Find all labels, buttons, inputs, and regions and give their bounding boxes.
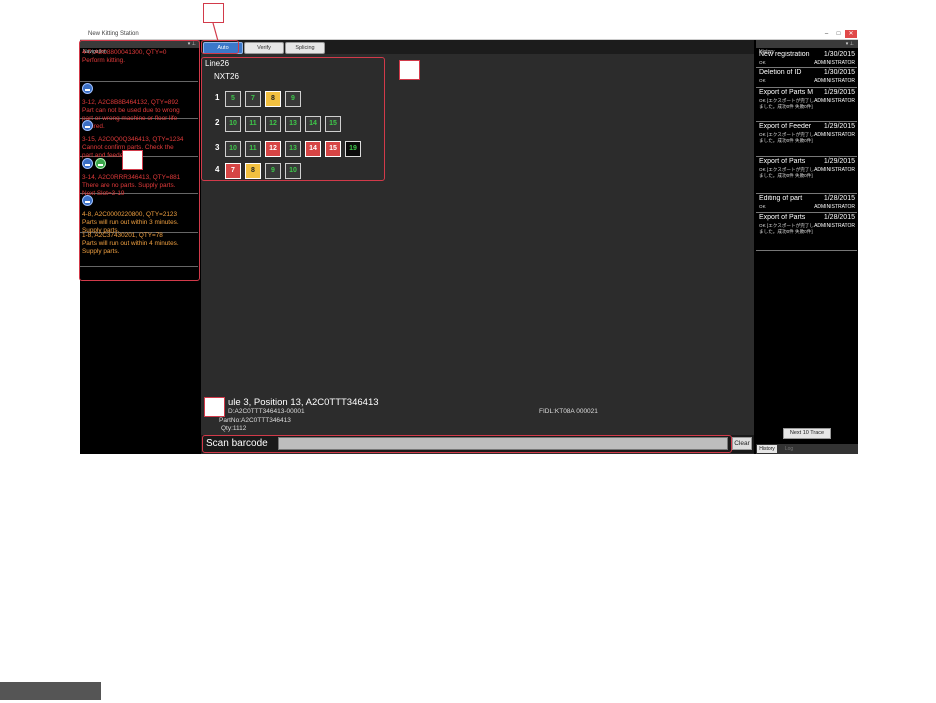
close-icon[interactable]: ✕ (845, 30, 857, 38)
history-entry[interactable]: Deletion of ID 1/30/2015 OK ADMINISTRATOR (756, 67, 857, 88)
selected-feeder-id: FIDL:KT08A 000021 (539, 408, 598, 415)
history-entry-date: 1/29/2015 (823, 123, 855, 130)
history-entry-date: 1/29/2015 (823, 158, 855, 165)
tab-log[interactable]: Log (779, 445, 799, 453)
history-entry[interactable]: New registration 1/30/2015 OK ADMINISTRATOR (756, 49, 857, 68)
selected-part-number: PartNo:A2C0TTT346413 (219, 417, 291, 424)
history-entry-title: Export of Parts (759, 214, 806, 221)
history-entry-status: OK (759, 60, 766, 65)
history-entry-user: ADMINISTRATOR (814, 132, 855, 138)
history-entry-title: Export of Feeder (759, 123, 812, 130)
history-entry-user: ADMINISTRATOR (814, 223, 855, 229)
history-entry-user: ADMINISTRATOR (814, 78, 855, 84)
history-entry-user: ADMINISTRATOR (814, 167, 855, 173)
history-entry-date: 1/30/2015 (823, 69, 855, 76)
history-entry[interactable]: Export of Parts 1/29/2015 OK [エクスポートが完了しまし… (756, 156, 857, 194)
history-entry-status: OK [エクスポートが完了しました。成功0件 失敗0件] (759, 98, 814, 109)
history-entry-title: Deletion of ID (759, 69, 802, 76)
callout-feeder-map (201, 57, 385, 181)
history-entry-date: 1/30/2015 (823, 51, 855, 58)
footer-bar (0, 682, 101, 700)
history-entry-user: ADMINISTRATOR (814, 98, 855, 104)
window-title: New Kitting Station (88, 31, 139, 37)
callout-badge (122, 150, 143, 170)
history-entry[interactable]: Export of Feeder 1/29/2015 OK [エクスポートが完了しま… (756, 121, 857, 157)
history-entry[interactable]: Export of Parts 1/28/2015 OK [エクスポートが完了しまし… (756, 212, 857, 251)
callout-badge (204, 397, 225, 417)
history-entry-status: OK [エクスポートが完了しました。成功0件 失敗0件] (759, 223, 814, 234)
history-entry-status: OK (759, 78, 766, 83)
history-entry[interactable]: Editing of part 1/28/2015 OK ADMINISTRATOR (756, 193, 857, 213)
next-10-trace-button[interactable]: Next 10 Trace (783, 428, 831, 439)
selected-quantity: Qty:1112 (221, 425, 247, 432)
clear-button[interactable]: Clear (732, 437, 752, 450)
history-entry-title: Editing of part (759, 195, 803, 202)
callout-scan-barcode (202, 435, 732, 453)
callout-badge (399, 60, 420, 80)
minimize-icon[interactable]: – (821, 30, 832, 38)
history-entry-status: OK (759, 204, 766, 209)
history-header: History ▾ ⊥ (756, 40, 858, 55)
history-entry-title: Export of Parts (759, 158, 806, 165)
maximize-icon[interactable]: □ (833, 30, 844, 38)
selected-id: D:A2C0TTT346413-00001 (228, 408, 305, 415)
tab-verify[interactable]: Verify (244, 42, 284, 54)
history-entry-date: 1/29/2015 (823, 89, 855, 96)
title-bar: New Kitting Station – □ ✕ (80, 30, 858, 40)
history-entry-user: ADMINISTRATOR (814, 60, 855, 66)
history-entry-user: ADMINISTRATOR (814, 204, 855, 210)
history-entry-status: OK [エクスポートが完了しました。成功0件 失敗0件] (759, 167, 814, 178)
history-entry-date: 1/28/2015 (823, 195, 855, 202)
tab-splicing[interactable]: Splicing (285, 42, 325, 54)
selected-position-title: ule 3, Position 13, A2C0TTT346413 (228, 397, 379, 408)
history-entry-date: 1/28/2015 (823, 214, 855, 221)
history-entry[interactable]: Export of Parts M 1/29/2015 OK [エクスポートが完了し… (756, 87, 857, 122)
history-entry-title: New registration (759, 51, 810, 58)
history-entry-title: Export of Parts M (759, 89, 813, 96)
tab-history[interactable]: History (757, 445, 777, 453)
callout-leader-line (212, 22, 219, 42)
history-entry-status: OK [エクスポートが完了しました。成功0件 失敗0件] (759, 132, 814, 143)
pin-icon[interactable]: ▾ ⊥ (843, 40, 854, 48)
